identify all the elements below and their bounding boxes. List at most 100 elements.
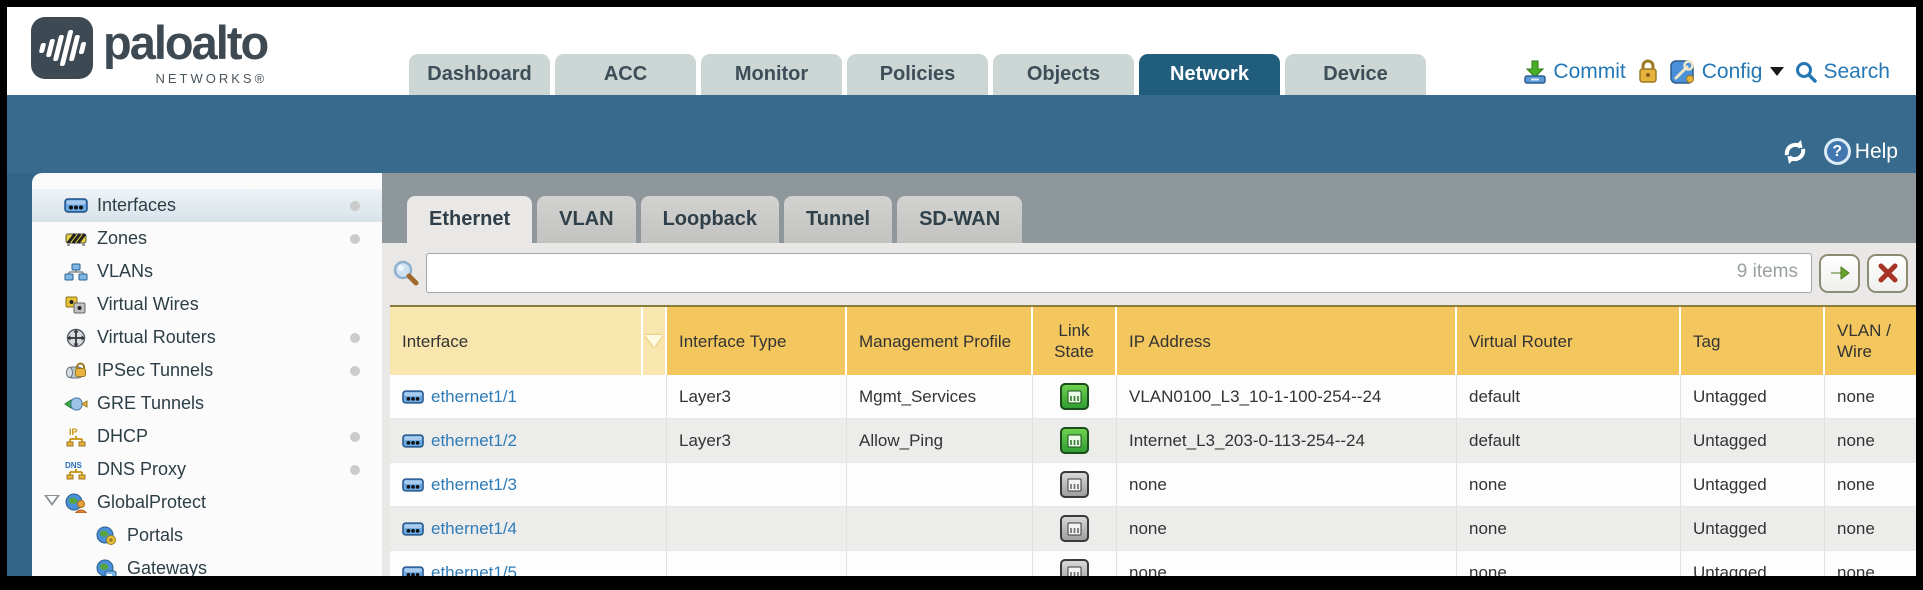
submenu-dot — [350, 432, 360, 442]
cell-type — [667, 507, 847, 550]
content-area: Ethernet VLAN Loopback Tunnel SD-WAN — [382, 173, 1916, 576]
cell-tag: Untagged — [1681, 551, 1825, 576]
col-management-profile[interactable]: Management Profile — [847, 307, 1033, 375]
col-tag[interactable]: Tag — [1681, 307, 1825, 375]
sidebar-item-virtual-wires[interactable]: Virtual Wires — [32, 288, 382, 321]
table-row: ethernet1/4 none none Untagged none — [390, 507, 1916, 551]
sidebar-item-globalprotect[interactable]: GlobalProtect — [32, 486, 382, 519]
link-state-down-icon — [1060, 471, 1089, 498]
clear-filter-button[interactable] — [1867, 254, 1908, 293]
green-arrow-icon — [1829, 264, 1851, 282]
table-header: Interface Interface Type Management Prof… — [390, 307, 1916, 375]
tab-loopback[interactable]: Loopback — [641, 196, 779, 243]
cell-vrouter: none — [1457, 463, 1681, 506]
interfaces-table: Interface Interface Type Management Prof… — [390, 305, 1916, 576]
submenu-dot — [350, 234, 360, 244]
ipsec-tunnels-icon — [64, 361, 88, 381]
expander-icon[interactable] — [44, 495, 60, 506]
gre-tunnels-icon — [64, 394, 88, 414]
sidebar-item-gateways[interactable]: Gateways — [32, 552, 382, 576]
submenu-dot — [350, 201, 360, 211]
content-tabs-bar: Ethernet VLAN Loopback Tunnel SD-WAN — [382, 173, 1916, 243]
sidebar-item-zones[interactable]: Zones — [32, 222, 382, 255]
header-actions: Commit Config — [1522, 58, 1890, 85]
submenu-dot — [350, 366, 360, 376]
tab-network[interactable]: Network — [1139, 54, 1280, 95]
link-state-up-icon — [1060, 383, 1089, 410]
dhcp-icon: IP — [64, 427, 88, 447]
cell-profile — [847, 463, 1033, 506]
tab-policies[interactable]: Policies — [847, 54, 988, 95]
tab-ethernet[interactable]: Ethernet — [407, 196, 532, 243]
sidebar-item-interfaces[interactable]: Interfaces — [32, 189, 382, 222]
app-window: paloalto NETWORKS® Dashboard ACC Monitor… — [7, 7, 1916, 576]
tab-vlan[interactable]: VLAN — [537, 196, 635, 243]
interface-link[interactable]: ethernet1/1 — [402, 387, 517, 407]
cell-type — [667, 551, 847, 576]
cell-tag: Untagged — [1681, 375, 1825, 418]
sidebar-item-dhcp[interactable]: IP DHCP — [32, 420, 382, 453]
apply-filter-button[interactable] — [1819, 254, 1860, 293]
sidebar-item-ipsec-tunnels[interactable]: IPSec Tunnels — [32, 354, 382, 387]
commit-button[interactable]: Commit — [1522, 59, 1625, 85]
search-action[interactable]: Search — [1794, 60, 1890, 84]
cell-vlan: none — [1825, 375, 1916, 418]
sort-dropdown[interactable] — [643, 307, 667, 375]
cell-ip: none — [1117, 551, 1457, 576]
sidebar-item-portals[interactable]: Portals — [32, 519, 382, 552]
table-row: ethernet1/5 none none Untagged none — [390, 551, 1916, 576]
dns-proxy-icon: DNS — [64, 460, 88, 480]
ethernet-panel: 9 items Inte — [382, 243, 1916, 576]
tab-device[interactable]: Device — [1285, 54, 1426, 95]
cell-profile — [847, 551, 1033, 576]
col-virtual-router[interactable]: Virtual Router — [1457, 307, 1681, 375]
network-sidebar: Interfaces Zones VLANs Vir — [32, 173, 382, 576]
tab-sdwan[interactable]: SD-WAN — [897, 196, 1022, 243]
cell-vrouter: default — [1457, 419, 1681, 462]
interface-link[interactable]: ethernet1/5 — [402, 563, 517, 577]
sidebar-item-vlans[interactable]: VLANs — [32, 255, 382, 288]
sidebar-item-dns-proxy[interactable]: DNS DNS Proxy — [32, 453, 382, 486]
sidebar-item-gre-tunnels[interactable]: GRE Tunnels — [32, 387, 382, 420]
cell-vrouter: none — [1457, 551, 1681, 576]
cell-ip: none — [1117, 463, 1457, 506]
interface-link[interactable]: ethernet1/2 — [402, 431, 517, 451]
tab-dashboard[interactable]: Dashboard — [409, 54, 550, 95]
lock-icon[interactable] — [1636, 58, 1660, 85]
submenu-dot — [350, 333, 360, 343]
col-interface[interactable]: Interface — [390, 307, 643, 375]
interface-icon — [402, 390, 424, 404]
config-icon — [1670, 58, 1697, 85]
cell-vlan: none — [1825, 419, 1916, 462]
brand-name: paloalto — [103, 17, 267, 69]
tab-objects[interactable]: Objects — [993, 54, 1134, 95]
help-button[interactable]: ? Help — [1824, 138, 1898, 165]
portals-icon — [94, 526, 118, 546]
col-link-state[interactable]: Link State — [1033, 307, 1117, 375]
sidebar-item-virtual-routers[interactable]: Virtual Routers — [32, 321, 382, 354]
table-row: ethernet1/3 none none Untagged none — [390, 463, 1916, 507]
tab-monitor[interactable]: Monitor — [701, 54, 842, 95]
filter-search-icon — [392, 259, 420, 287]
sort-caret-icon — [645, 335, 663, 347]
interface-icon — [402, 434, 424, 448]
cell-vrouter: default — [1457, 375, 1681, 418]
interface-link[interactable]: ethernet1/4 — [402, 519, 517, 539]
interface-link[interactable]: ethernet1/3 — [402, 475, 517, 495]
col-ip-address[interactable]: IP Address — [1117, 307, 1457, 375]
cell-tag: Untagged — [1681, 507, 1825, 550]
vlans-icon — [64, 262, 88, 282]
link-state-up-icon — [1060, 427, 1089, 454]
filter-input[interactable] — [426, 253, 1812, 293]
refresh-icon[interactable] — [1780, 139, 1810, 165]
svg-text:DNS: DNS — [65, 461, 83, 470]
search-icon — [1794, 60, 1818, 84]
tab-acc[interactable]: ACC — [555, 54, 696, 95]
tab-tunnel[interactable]: Tunnel — [784, 196, 892, 243]
cell-ip: Internet_L3_203-0-113-254--24 — [1117, 419, 1457, 462]
interfaces-icon — [64, 196, 88, 216]
config-menu[interactable]: Config — [1670, 58, 1785, 85]
link-state-down-icon — [1060, 559, 1089, 576]
col-interface-type[interactable]: Interface Type — [667, 307, 847, 375]
col-vlan-wire[interactable]: VLAN / Wire — [1825, 307, 1916, 375]
